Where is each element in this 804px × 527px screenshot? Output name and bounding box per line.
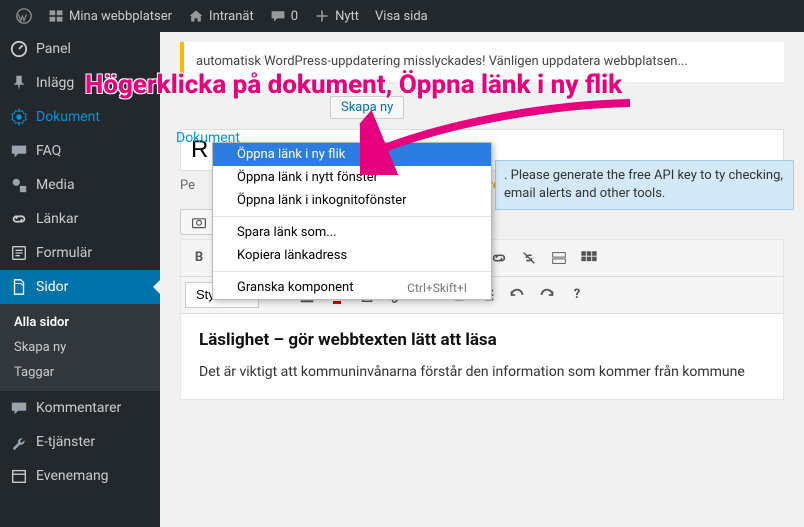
sidebar-item-links[interactable]: Länkar [0,202,160,236]
sidebar-item-events[interactable]: Evenemang [0,459,160,493]
sidebar-item-pages[interactable]: Sidor [0,270,160,304]
sidebar-label: Kommentarer [36,400,121,416]
comment-icon [270,8,286,24]
wrench-icon [10,433,28,451]
view-page[interactable]: Visa sida [367,0,436,32]
chat-icon [10,142,28,160]
comments-count[interactable]: 0 [262,0,306,32]
sidebar-label: Panel [36,41,71,57]
sidebar-item-faq[interactable]: FAQ [0,134,160,168]
site-home[interactable]: Intranät [180,0,262,32]
sidebar-item-eservices[interactable]: E-tjänster [0,425,160,459]
annotation-text: Högerklicka på dokument, Öppna länk i ny… [85,70,794,100]
ctx-inspect-shortcut: Ctrl+Skift+I [407,281,467,295]
sidebar-label: Inlägg [36,75,74,91]
site-home-label: Intranät [209,9,254,24]
permalink-prefix: Pe [180,178,195,193]
comments-badge: 0 [291,9,298,24]
link-icon [10,210,28,228]
media-icon [10,176,28,194]
ctx-separator [213,271,491,272]
sidebar-label: Media [36,177,75,193]
link-icon [490,249,508,267]
submenu-all-pages[interactable]: Alla sidor [0,310,160,335]
document-link[interactable]: Dokument [176,130,240,146]
sites-icon [48,8,64,24]
sidebar-label: Formulär [36,245,92,261]
more-button[interactable] [545,244,573,272]
wordpress-icon [16,8,32,24]
redo-button[interactable] [533,281,561,309]
dashboard-icon [10,40,28,58]
gear-icon [10,108,28,126]
unlink-icon [520,249,538,267]
ctx-open-incognito[interactable]: Öppna länk i inkognitofönster [213,189,491,212]
sidebar-label: Sidor [36,279,68,295]
pages-icon [10,278,28,296]
sidebar-label: E-tjänster [36,434,95,450]
ctx-save-link-as[interactable]: Spara länk som... [213,221,491,244]
sidebar-label: FAQ [36,143,61,159]
admin-sidebar: Panel Inlägg Dokument FAQ Media Länkar F… [0,32,160,527]
comment-icon [10,399,28,417]
redo-icon [538,286,556,304]
editor-body[interactable]: Läslighet – gör webbtexten lätt att läsa… [181,314,783,399]
sidebar-item-media[interactable]: Media [0,168,160,202]
submenu-new-page[interactable]: Skapa ny [0,335,160,360]
pin-icon [10,74,28,92]
help-button[interactable]: ? [563,281,591,309]
content-paragraph: Det är viktigt att kommuninvånarna först… [199,362,765,383]
sidebar-label: Länkar [36,211,78,227]
camera-icon [191,214,207,230]
submenu-tags[interactable]: Taggar [0,360,160,385]
sidebar-label: Evenemang [36,468,109,484]
unlink-button[interactable] [515,244,543,272]
home-icon [188,8,204,24]
new-label: Nytt [335,9,359,24]
undo-icon [508,286,526,304]
sidebar-label: Dokument [36,109,100,125]
sidebar-item-panel[interactable]: Panel [0,32,160,66]
ctx-inspect[interactable]: Granska komponent Ctrl+Skift+I [213,276,491,299]
annotation-arrow [360,95,640,175]
plus-icon [314,8,330,24]
form-icon [10,244,28,262]
ctx-copy-link[interactable]: Kopiera länkadress [213,244,491,267]
more-icon [550,249,568,267]
view-page-label: Visa sida [375,9,428,24]
toolbar-toggle-button[interactable] [575,244,603,272]
bold-button[interactable]: B [185,244,213,272]
sidebar-item-dokument[interactable]: Dokument [0,100,160,134]
my-sites[interactable]: Mina webbplatser [40,0,180,32]
content-heading: Läslighet – gör webbtexten lätt att läsa [199,330,765,350]
admin-toolbar: Mina webbplatser Intranät 0 Nytt Visa si… [0,0,804,32]
wp-logo[interactable] [8,0,40,32]
undo-button[interactable] [503,281,531,309]
ctx-separator [213,216,491,217]
kitchen-sink-icon [580,249,598,267]
sidebar-item-forms[interactable]: Formulär [0,236,160,270]
pages-submenu: Alla sidor Skapa ny Taggar [0,304,160,391]
my-sites-label: Mina webbplatser [69,9,172,24]
ctx-inspect-label: Granska komponent [237,280,353,295]
new-content[interactable]: Nytt [306,0,367,32]
calendar-icon [10,467,28,485]
sidebar-item-comments[interactable]: Kommentarer [0,391,160,425]
